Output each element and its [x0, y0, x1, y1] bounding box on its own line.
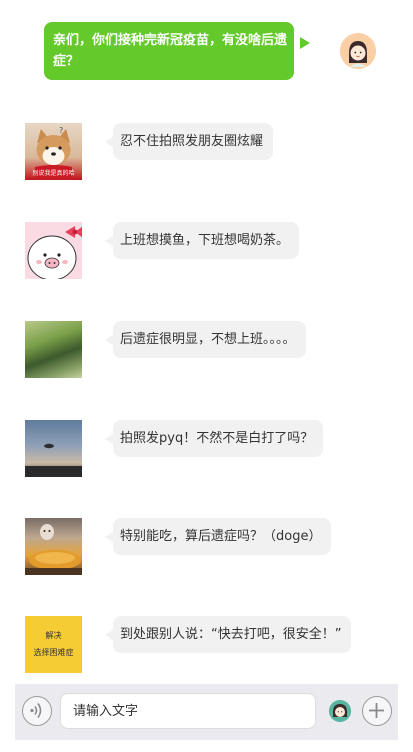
incoming-message: 特别能吃，算后遗症吗？（doge） — [25, 518, 395, 576]
message-input[interactable] — [60, 693, 316, 729]
chat-area: 亲们，你们接种完新冠疫苗，有没啥后遗症？ ? 别说我是真的哈 忍不住拍照发朋友圈… — [0, 0, 413, 684]
avatar-motion-blur[interactable] — [25, 321, 82, 378]
outgoing-bubble[interactable]: 亲们，你们接种完新冠疫苗，有没啥后遗症？ — [44, 22, 294, 80]
avatar-pig[interactable] — [25, 222, 82, 279]
plus-icon — [369, 703, 384, 718]
incoming-bubble[interactable]: 后遗症很明显，不想上班。。。。 — [113, 321, 306, 358]
incoming-message: 后遗症很明显，不想上班。。。。 — [25, 321, 395, 379]
incoming-bubble[interactable]: 忍不住拍照发朋友圈炫耀 — [113, 123, 274, 160]
pig-icon — [27, 226, 82, 279]
avatar-text-line: 解决 — [45, 631, 62, 640]
incoming-message: ? 别说我是真的哈 忍不住拍照发朋友圈炫耀 — [25, 123, 395, 181]
incoming-bubble[interactable]: 上班想摸鱼，下班想喝奶茶。 — [113, 222, 300, 259]
my-avatar[interactable] — [340, 33, 376, 69]
incoming-message: 拍照发pyq！不然不是白打了吗？ — [25, 420, 395, 478]
outgoing-message: 亲们，你们接种完新冠疫苗，有没啥后遗症？ — [44, 22, 376, 82]
incoming-bubble[interactable]: 特别能吃，算后遗症吗？（doge） — [113, 518, 332, 555]
input-bar — [15, 684, 398, 740]
svg-text:?: ? — [59, 126, 63, 135]
avatar-food[interactable] — [25, 518, 82, 575]
girl-face-icon — [340, 33, 376, 69]
bubble-tail — [300, 37, 310, 49]
ufo-silhouette-icon — [25, 443, 82, 477]
voice-button[interactable] — [22, 696, 52, 726]
incoming-message: 上班想摸鱼，下班想喝奶茶。 — [25, 222, 395, 280]
hotpot-icon — [25, 524, 82, 575]
avatar-sunset[interactable] — [25, 420, 82, 477]
emoji-icon — [329, 700, 351, 722]
more-button[interactable] — [362, 696, 392, 726]
avatar-text-line: 选择困难症 — [33, 648, 74, 657]
incoming-message: 解决 选择困难症 到处跟别人说：“快去打吧，很安全！” — [25, 616, 395, 674]
incoming-bubble[interactable]: 到处跟别人说：“快去打吧，很安全！” — [113, 616, 352, 653]
avatar-yellow-card[interactable]: 解决 选择困难症 — [25, 616, 82, 673]
voice-icon — [30, 703, 42, 718]
emoji-button[interactable] — [329, 700, 351, 722]
avatar-shiba[interactable]: ? 别说我是真的哈 — [25, 123, 82, 180]
incoming-bubble[interactable]: 拍照发pyq！不然不是白打了吗？ — [113, 420, 324, 457]
avatar-caption: 别说我是真的哈 — [32, 170, 75, 177]
